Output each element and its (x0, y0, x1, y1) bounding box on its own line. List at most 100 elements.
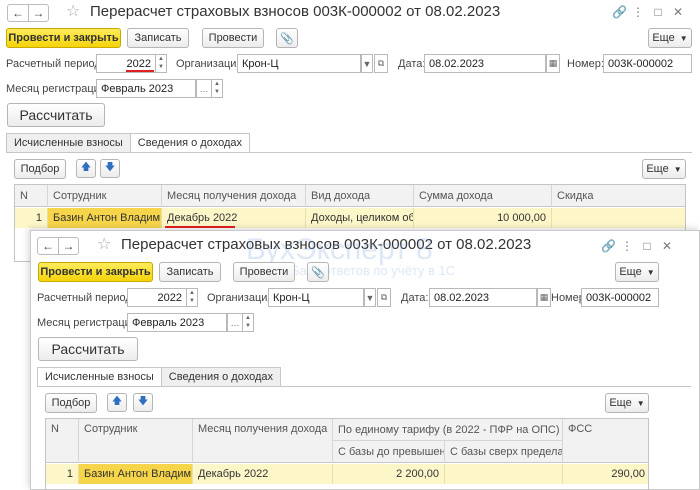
save-button[interactable]: Записать (127, 28, 189, 48)
col-single-tariff[interactable]: По единому тарифу (в 2022 - ПФР на ОПС) (332, 419, 562, 441)
org-input[interactable]: Крон-Ц (237, 54, 361, 73)
number-input[interactable]: 003К-000002 (603, 54, 692, 73)
grid-more-label: Еще (609, 397, 632, 409)
more-button-label: Еще (619, 266, 642, 278)
number-input[interactable]: 003К-000002 (581, 288, 659, 307)
down-caret-icon[interactable]: ▼ (187, 297, 197, 305)
move-down-icon[interactable]: 🡇 (100, 159, 120, 178)
ellipsis-icon[interactable]: … (196, 79, 212, 98)
table-row[interactable]: 1 Базин Антон Владим… Декабрь 2022 Доход… (15, 208, 685, 228)
up-caret-icon[interactable]: ▲ (187, 289, 197, 297)
title-bar: ← → ☆ Перерасчет страховых взносов 003К-… (0, 0, 700, 26)
col-n[interactable]: N (46, 419, 78, 463)
down-caret-icon[interactable]: ▼ (156, 63, 166, 71)
cell-discount[interactable] (551, 208, 685, 228)
more-button[interactable]: Еще ▼ (648, 28, 692, 48)
close-icon[interactable]: ✕ (672, 5, 684, 19)
calendar-icon[interactable]: ▦ (546, 54, 560, 73)
reg-month-input[interactable]: Февраль 2023 (96, 79, 196, 98)
down-caret-icon[interactable]: ▼ (243, 322, 253, 330)
move-up-icon[interactable]: 🡅 (107, 393, 127, 412)
forward-arrow-icon[interactable]: → (28, 5, 48, 21)
more-vertical-icon[interactable]: ⋮ (621, 239, 633, 253)
forward-arrow-icon[interactable]: → (58, 238, 78, 254)
date-input[interactable]: 08.02.2023 (424, 54, 546, 73)
col-income-month[interactable]: Месяц получения дохода (192, 419, 332, 463)
up-caret-icon[interactable]: ▲ (243, 314, 253, 322)
grid-more-button[interactable]: Еще ▼ (642, 159, 686, 179)
period-stepper[interactable]: ▲ ▼ (187, 288, 198, 307)
cell-employee[interactable]: Базин Антон Владим… (78, 464, 192, 484)
tab-income-info[interactable]: Сведения о доходах (129, 133, 250, 153)
favorite-star-icon[interactable]: ☆ (66, 3, 80, 21)
cell-income-sum[interactable]: 10 000,00 (413, 208, 551, 228)
back-arrow-icon[interactable]: ← (8, 5, 28, 21)
tab-calculated-contributions[interactable]: Исчисленные взносы (37, 367, 162, 387)
org-dropdown-icon[interactable]: ▼ (361, 54, 373, 73)
tab-divider (6, 152, 692, 153)
link-icon[interactable]: 🔗 (612, 5, 627, 19)
date-input[interactable]: 08.02.2023 (429, 288, 537, 307)
grid-more-button[interactable]: Еще ▼ (605, 393, 649, 413)
ellipsis-icon[interactable]: … (227, 313, 243, 332)
col-discount[interactable]: Скидка (551, 185, 685, 207)
favorite-star-icon[interactable]: ☆ (97, 236, 111, 254)
reg-month-stepper[interactable]: ▲ ▼ (243, 313, 254, 332)
col-income-month[interactable]: Месяц получения дохода (161, 185, 305, 207)
col-employee[interactable]: Сотрудник (78, 419, 192, 463)
cell-income-month[interactable]: Декабрь 2022 (192, 464, 332, 484)
org-input[interactable]: Крон-Ц (268, 288, 364, 307)
org-open-icon[interactable]: ⧉ (377, 288, 391, 307)
col-fss[interactable]: ФСС (562, 419, 648, 463)
tab-calculated-contributions[interactable]: Исчисленные взносы (6, 133, 131, 153)
move-up-icon[interactable]: 🡅 (76, 159, 96, 178)
cell-fss[interactable]: 290,00 (562, 464, 648, 484)
post-button[interactable]: Провести (202, 28, 264, 48)
period-stepper[interactable]: ▲ ▼ (156, 54, 167, 73)
down-caret-icon[interactable]: ▼ (212, 88, 222, 96)
table-row[interactable]: 1 Базин Антон Владим… Декабрь 2022 2 200… (46, 464, 648, 484)
select-button[interactable]: Подбор (45, 393, 97, 413)
more-button[interactable]: Еще ▼ (615, 262, 659, 282)
select-button[interactable]: Подбор (14, 159, 66, 179)
attachment-icon[interactable]: 📎 (307, 262, 329, 282)
tab-income-info[interactable]: Сведения о доходах (160, 367, 281, 387)
post-button[interactable]: Провести (233, 262, 295, 282)
org-dropdown-icon[interactable]: ▼ (364, 288, 376, 307)
contributions-table: N Сотрудник Месяц получения дохода По ед… (45, 418, 649, 489)
cell-income-type[interactable]: Доходы, целиком об… (305, 208, 413, 228)
post-and-close-button[interactable]: Провести и закрыть (38, 262, 153, 282)
link-icon[interactable]: 🔗 (601, 239, 616, 253)
col-income-sum[interactable]: Сумма дохода (413, 185, 551, 207)
cell-base-below-limit[interactable]: 2 200,00 (332, 464, 444, 484)
nav-buttons: ← → (7, 4, 49, 22)
calculate-button[interactable]: Рассчитать (7, 103, 105, 127)
period-input[interactable]: 2022 (127, 288, 187, 307)
move-down-icon[interactable]: 🡇 (133, 393, 153, 412)
calculate-button[interactable]: Рассчитать (38, 337, 138, 361)
post-and-close-button[interactable]: Провести и закрыть (6, 28, 121, 48)
back-arrow-icon[interactable]: ← (38, 238, 58, 254)
close-icon[interactable]: ✕ (661, 239, 673, 253)
reg-month-stepper[interactable]: ▲ ▼ (212, 79, 223, 98)
col-base-above-limit[interactable]: С базы сверх предела (444, 441, 562, 463)
window-controls: 🔗 ⋮ □ ✕ (601, 239, 673, 253)
col-employee[interactable]: Сотрудник (47, 185, 161, 207)
save-button[interactable]: Записать (159, 262, 221, 282)
col-base-below-limit[interactable]: С базы до превышения (332, 441, 444, 463)
up-caret-icon[interactable]: ▲ (156, 55, 166, 63)
maximize-icon[interactable]: □ (641, 239, 653, 253)
calendar-icon[interactable]: ▦ (537, 288, 551, 307)
attachment-icon[interactable]: 📎 (276, 28, 298, 48)
col-n[interactable]: N (15, 185, 47, 207)
reg-month-input[interactable]: Февраль 2023 (127, 313, 227, 332)
up-caret-icon[interactable]: ▲ (212, 80, 222, 88)
more-vertical-icon[interactable]: ⋮ (632, 5, 644, 19)
cell-income-month[interactable]: Декабрь 2022 (161, 208, 305, 228)
window-title: Перерасчет страховых взносов 003К-000002… (90, 3, 501, 20)
col-income-type[interactable]: Вид дохода (305, 185, 413, 207)
cell-employee[interactable]: Базин Антон Владим… (47, 208, 161, 228)
maximize-icon[interactable]: □ (652, 5, 664, 19)
org-open-icon[interactable]: ⧉ (374, 54, 388, 73)
cell-base-above-limit[interactable] (444, 464, 562, 484)
